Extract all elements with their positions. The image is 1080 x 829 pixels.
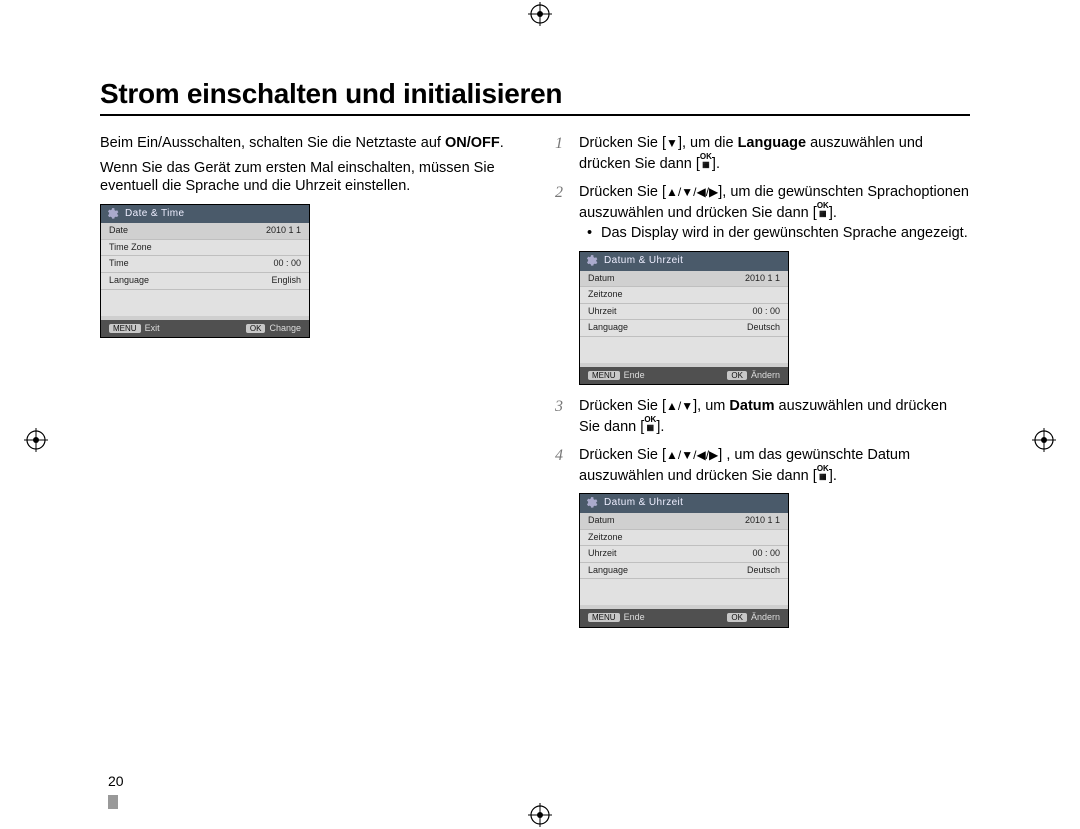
left-paragraph-1: Beim Ein/Ausschalten, schalten Sie die N…: [100, 134, 515, 153]
screen-row: LanguageDeutsch: [580, 563, 788, 580]
screen-datetime-german-1: Datum & Uhrzeit Datum2010 1 1 Zeitzone U…: [579, 251, 789, 385]
screen-row: Time Zone: [101, 240, 309, 257]
menu-button-icon: MENU: [588, 613, 620, 622]
gear-icon: [584, 254, 598, 268]
ok-icon: OK▦: [644, 416, 656, 432]
registration-mark-left: [24, 428, 48, 452]
screen-blank: [101, 290, 309, 316]
screen-row: Uhrzeit00 : 00: [580, 546, 788, 563]
page-number: 20: [108, 773, 124, 789]
screen-title: Date & Time: [125, 208, 184, 219]
right-column: 1 Drücken Sie [▼], um die Language auszu…: [555, 134, 970, 640]
screen-footer: MENUExit OKChange: [101, 320, 309, 338]
screen-row: Datum2010 1 1: [580, 271, 788, 288]
title-rule: [100, 114, 970, 116]
screen-row: Uhrzeit00 : 00: [580, 304, 788, 321]
screen-row: Zeitzone: [580, 530, 788, 547]
screen-header: Datum & Uhrzeit: [580, 252, 788, 271]
ok-icon: OK▦: [817, 465, 829, 481]
screen-header: Datum & Uhrzeit: [580, 494, 788, 513]
step-3: 3 Drücken Sie [▲/▼], um Datum auszuwähle…: [555, 397, 970, 436]
screen-row: Time00 : 00: [101, 256, 309, 273]
screen-blank: [580, 337, 788, 363]
menu-button-icon: MENU: [588, 371, 620, 380]
screen-row: Date2010 1 1: [101, 223, 309, 240]
step-1: 1 Drücken Sie [▼], um die Language auszu…: [555, 134, 970, 173]
screen-title: Datum & Uhrzeit: [604, 497, 683, 508]
page-title: Strom einschalten und initialisieren: [100, 78, 970, 110]
step-2-bullet: •Das Display wird in der gewünschten Spr…: [587, 224, 970, 243]
step-4: 4 Drücken Sie [▲/▼/◀/▶] , um das gewünsc…: [555, 446, 970, 627]
screen-datetime-english: Date & Time Date2010 1 1 Time Zone Time0…: [100, 204, 310, 338]
registration-mark-bottom: [528, 803, 552, 827]
arrow-down-icon: ▼: [666, 136, 678, 150]
registration-mark-right: [1032, 428, 1056, 452]
step-number: 2: [555, 183, 563, 203]
screen-row: LanguageEnglish: [101, 273, 309, 290]
step-number: 1: [555, 134, 563, 154]
screen-row: LanguageDeutsch: [580, 320, 788, 337]
left-paragraph-2: Wenn Sie das Gerät zum ersten Mal einsch…: [100, 159, 515, 196]
registration-mark-top: [528, 2, 552, 26]
gear-icon: [584, 496, 598, 510]
ok-button-icon: OK: [727, 613, 747, 622]
screen-blank: [580, 579, 788, 605]
left-column: Beim Ein/Ausschalten, schalten Sie die N…: [100, 134, 515, 640]
arrow-cross-icon: ▲/▼/◀/▶: [666, 185, 718, 199]
step-2: 2 Drücken Sie [▲/▼/◀/▶], um die gewünsch…: [555, 183, 970, 385]
ok-button-icon: OK: [246, 324, 266, 333]
page-tab-marker: [108, 795, 118, 809]
screen-footer: MENUEnde OKÄndern: [580, 367, 788, 385]
screen-row: Datum2010 1 1: [580, 513, 788, 530]
menu-button-icon: MENU: [109, 324, 141, 333]
ok-button-icon: OK: [727, 371, 747, 380]
arrow-updown-icon: ▲/▼: [666, 399, 693, 413]
gear-icon: [105, 207, 119, 221]
arrow-cross-icon: ▲/▼/◀/▶: [666, 448, 718, 462]
screen-title: Datum & Uhrzeit: [604, 255, 683, 266]
step-number: 4: [555, 446, 563, 466]
screen-footer: MENUEnde OKÄndern: [580, 609, 788, 627]
ok-icon: OK▦: [700, 153, 712, 169]
screen-row: Zeitzone: [580, 287, 788, 304]
screen-datetime-german-2: Datum & Uhrzeit Datum2010 1 1 Zeitzone U…: [579, 493, 789, 627]
screen-header: Date & Time: [101, 205, 309, 224]
ok-icon: OK▦: [817, 202, 829, 218]
step-number: 3: [555, 397, 563, 417]
